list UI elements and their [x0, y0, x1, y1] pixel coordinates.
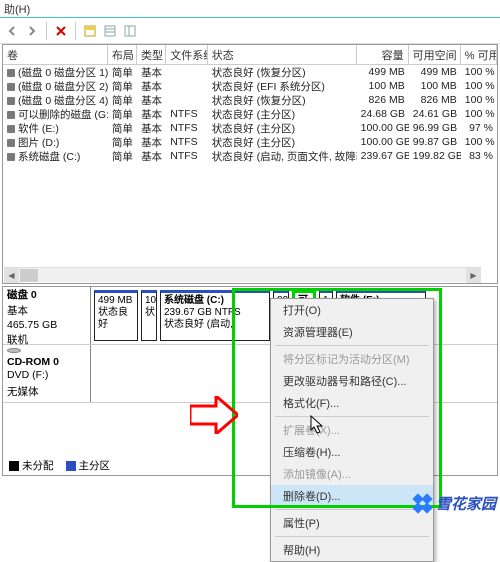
- col-percent[interactable]: % 可用: [461, 45, 497, 64]
- menu-separator: [275, 509, 429, 510]
- scroll-right-icon[interactable]: ▶: [466, 268, 481, 283]
- cdrom-header[interactable]: CD-ROM 0 DVD (F:) 无媒体: [3, 345, 91, 402]
- partition[interactable]: 100状: [141, 290, 157, 341]
- cdrom-sub: DVD (F:): [7, 369, 86, 381]
- cdrom-label: CD-ROM 0: [7, 356, 86, 368]
- menu-change-letter[interactable]: 更改驱动器号和路径(C)...: [271, 370, 433, 392]
- disk-size: 465.75 GB: [7, 319, 86, 331]
- menu-separator: [275, 416, 429, 417]
- scroll-left-icon[interactable]: ◀: [4, 268, 19, 283]
- toolbar-separator: [75, 22, 76, 40]
- refresh-icon[interactable]: [82, 23, 98, 39]
- volume-row[interactable]: 软件 (E:)简单基本NTFS状态良好 (主分区)100.00 GB96.99 …: [3, 121, 497, 135]
- legend-unallocated: 未分配: [9, 458, 54, 473]
- col-status[interactable]: 状态: [208, 45, 357, 64]
- list-view-icon[interactable]: [102, 23, 118, 39]
- menu-help[interactable]: 助(H): [4, 1, 30, 17]
- watermark-text: 雪花家园: [436, 493, 496, 514]
- menu-explorer[interactable]: 资源管理器(E): [271, 321, 433, 343]
- col-volume[interactable]: 卷: [3, 45, 108, 64]
- volume-row[interactable]: (磁盘 0 磁盘分区 2)简单基本状态良好 (EFI 系统分区)100 MB10…: [3, 79, 497, 93]
- disk-type: 基本: [7, 303, 86, 318]
- col-layout[interactable]: 布局: [108, 45, 137, 64]
- volume-list-body[interactable]: (磁盘 0 磁盘分区 1)简单基本状态良好 (恢复分区)499 MB499 MB…: [3, 65, 497, 163]
- menu-separator: [275, 345, 429, 346]
- menu-format[interactable]: 格式化(F)...: [271, 392, 433, 414]
- scrollbar-horizontal[interactable]: ◀ ▶: [4, 267, 481, 282]
- scroll-thumb[interactable]: [20, 269, 38, 282]
- menu-bar[interactable]: 助(H): [0, 0, 500, 18]
- volume-row[interactable]: 可以删除的磁盘 (G:)简单基本NTFS状态良好 (主分区)24.68 GB24…: [3, 107, 497, 121]
- legend-primary: 主分区: [66, 458, 111, 473]
- col-capacity[interactable]: 容量: [357, 45, 409, 64]
- partition[interactable]: 499 MB状态良好: [94, 290, 138, 341]
- volume-list: 卷 布局 类型 文件系统 状态 容量 可用空间 % 可用 (磁盘 0 磁盘分区 …: [2, 44, 498, 284]
- disk-label: 磁盘 0: [7, 287, 86, 302]
- forward-icon[interactable]: [24, 23, 40, 39]
- watermark-logo-icon: [414, 495, 432, 513]
- back-icon[interactable]: [4, 23, 20, 39]
- context-menu: 打开(O) 资源管理器(E) 将分区标记为活动分区(M) 更改驱动器号和路径(C…: [270, 298, 434, 562]
- volume-row[interactable]: 图片 (D:)简单基本NTFS状态良好 (主分区)100.00 GB99.87 …: [3, 135, 497, 149]
- disk-header[interactable]: 磁盘 0 基本 465.75 GB 联机: [3, 287, 91, 344]
- col-filesystem[interactable]: 文件系统: [166, 45, 208, 64]
- menu-mirror: 添加镜像(A)...: [271, 463, 433, 485]
- detail-view-icon[interactable]: [122, 23, 138, 39]
- partition[interactable]: 系统磁盘 (C:)239.67 GB NTFS状态良好 (启动,: [160, 290, 270, 341]
- menu-delete-volume[interactable]: 删除卷(D)...: [271, 485, 433, 507]
- cdrom-icon: [7, 348, 21, 353]
- volume-row[interactable]: 系统磁盘 (C:)简单基本NTFS状态良好 (启动, 页面文件, 故障转储, 主…: [3, 149, 497, 163]
- close-icon[interactable]: [53, 23, 69, 39]
- legend: 未分配 主分区: [9, 458, 110, 473]
- menu-extend: 扩展卷(X)...: [271, 419, 433, 441]
- volume-row[interactable]: (磁盘 0 磁盘分区 4)简单基本状态良好 (恢复分区)826 MB826 MB…: [3, 93, 497, 107]
- menu-properties[interactable]: 属性(P): [271, 512, 433, 534]
- menu-mark-active: 将分区标记为活动分区(M): [271, 348, 433, 370]
- volume-list-header: 卷 布局 类型 文件系统 状态 容量 可用空间 % 可用: [3, 45, 497, 65]
- toolbar: [0, 18, 500, 44]
- menu-open[interactable]: 打开(O): [271, 299, 433, 321]
- menu-shrink[interactable]: 压缩卷(H)...: [271, 441, 433, 463]
- menu-help[interactable]: 帮助(H): [271, 539, 433, 561]
- volume-row[interactable]: (磁盘 0 磁盘分区 1)简单基本状态良好 (恢复分区)499 MB499 MB…: [3, 65, 497, 79]
- toolbar-separator: [46, 22, 47, 40]
- col-free[interactable]: 可用空间: [409, 45, 461, 64]
- cdrom-state: 无媒体: [7, 384, 86, 399]
- col-type[interactable]: 类型: [137, 45, 166, 64]
- menu-separator: [275, 536, 429, 537]
- watermark: 雪花家园: [414, 493, 496, 514]
